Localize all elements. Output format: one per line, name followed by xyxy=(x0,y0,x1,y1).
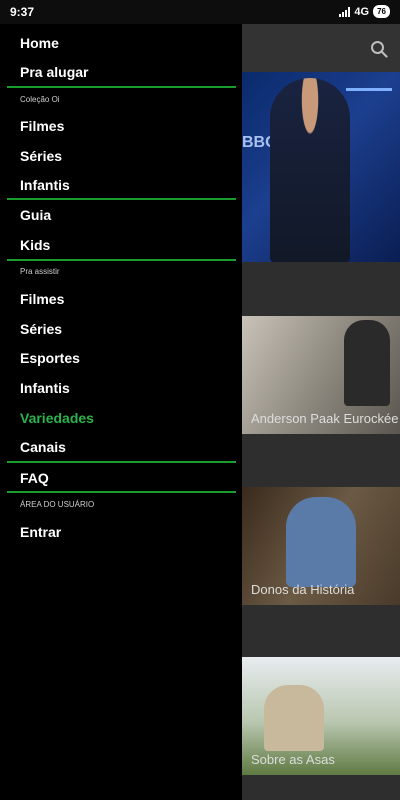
search-icon[interactable] xyxy=(370,40,388,58)
section-label-colecao: Coleção Oi xyxy=(20,95,60,104)
menu-item-series[interactable]: Séries xyxy=(20,314,230,344)
menu-item-colecao-filmes[interactable]: Filmes xyxy=(20,111,230,141)
card-thumbnail xyxy=(286,497,356,587)
status-indicators: 4G 76 xyxy=(339,5,390,18)
menu-item-home[interactable]: Home xyxy=(20,28,230,58)
menu-item-colecao-series[interactable]: Séries xyxy=(20,141,230,171)
hero-decoration xyxy=(346,88,392,91)
menu-divider xyxy=(7,86,236,88)
section-label-pra-assistir: Pra assistir xyxy=(20,267,60,276)
menu-divider xyxy=(7,491,236,493)
card-thumbnail xyxy=(264,685,324,751)
menu-item-canais[interactable]: Canais xyxy=(20,432,230,462)
menu-item-colecao-infantis[interactable]: Infantis xyxy=(20,170,230,200)
menu-item-esportes[interactable]: Esportes xyxy=(20,343,230,373)
card-title: Donos da História xyxy=(251,582,355,597)
content-card[interactable]: Sobre as Asas xyxy=(242,657,400,775)
content-card[interactable]: Donos da História xyxy=(242,487,400,605)
card-thumbnail xyxy=(344,320,390,406)
menu-item-guia[interactable]: Guia xyxy=(20,200,230,230)
status-time: 9:37 xyxy=(10,5,35,19)
menu-item-infantis[interactable]: Infantis xyxy=(20,373,230,403)
menu-item-pra-alugar[interactable]: Pra alugar xyxy=(20,57,230,87)
status-bar: 9:37 4G 76 xyxy=(0,0,400,24)
section-label-area-usuario: ÁREA DO USUÁRIO xyxy=(20,500,95,509)
hero-image xyxy=(270,78,350,262)
card-title: Sobre as Asas xyxy=(251,752,335,767)
battery-icon: 76 xyxy=(373,5,390,18)
menu-item-variedades[interactable]: Variedades xyxy=(20,403,230,433)
menu-item-entrar[interactable]: Entrar xyxy=(20,517,230,547)
content-card[interactable]: Anderson Paak Eurockée xyxy=(242,316,400,434)
menu-divider xyxy=(7,259,236,261)
navigation-drawer: Home Pra alugar Coleção Oi Filmes Séries… xyxy=(0,24,242,800)
card-title: Anderson Paak Eurockée xyxy=(251,411,399,426)
menu-item-filmes[interactable]: Filmes xyxy=(20,284,230,314)
menu-item-kids[interactable]: Kids xyxy=(20,230,230,260)
featured-card[interactable]: BBC xyxy=(242,72,400,262)
network-label: 4G xyxy=(354,5,370,18)
signal-icon xyxy=(339,6,351,17)
menu-item-faq[interactable]: FAQ xyxy=(20,463,230,493)
